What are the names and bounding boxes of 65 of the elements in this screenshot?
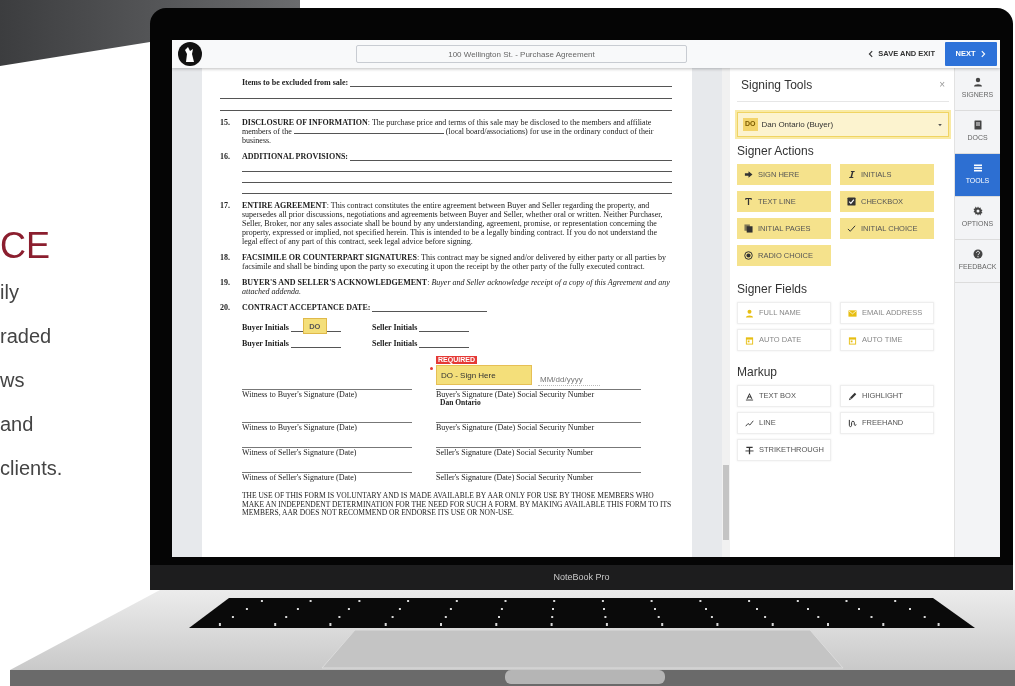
chevron-right-icon <box>978 50 987 58</box>
sign-here-field[interactable]: DO - Sign Here <box>436 365 532 385</box>
scrollbar-thumb[interactable] <box>723 465 729 540</box>
date-field[interactable]: MM/dd/yyyy <box>538 374 600 386</box>
checkbox-icon <box>847 197 856 206</box>
signature-caption: Buyer's Signature (Date) Social Security Number <box>436 423 596 432</box>
signature-caption: Witness to Buyer's Signature (Date) <box>242 423 358 432</box>
signature-caption: Witness of Seller's Signature (Date) <box>242 448 358 457</box>
section-title: Signer Actions <box>737 143 815 160</box>
field-label: Seller Initials <box>372 323 418 332</box>
help-icon <box>972 249 983 260</box>
required-marker <box>430 367 433 370</box>
clause-number: 18. <box>220 253 230 262</box>
italic-i-icon <box>847 170 856 179</box>
person-icon <box>745 308 754 318</box>
envelope-icon <box>848 308 857 318</box>
field-label: Buyer Initials <box>242 339 289 348</box>
heading-text: CE <box>0 224 51 268</box>
signature-caption: Seller's Signature (Date) Social Security Number <box>436 473 595 482</box>
squiggle-icon <box>848 418 857 428</box>
signature-caption: Buyer's Signature (Date) Social Security Number <box>436 390 596 399</box>
checkmark-icon <box>847 224 856 233</box>
document-title-field[interactable]: 100 Wellington St. - Purchase Agreement <box>356 45 687 63</box>
pages-icon <box>744 224 753 233</box>
document-icon <box>972 120 983 131</box>
clause-number: 20. <box>220 303 230 312</box>
laptop-brand-label: NoteBook Pro <box>553 570 610 584</box>
field-label: Buyer Initials <box>242 323 289 332</box>
section-title: Signer Fields <box>737 281 809 298</box>
arrow-icon <box>744 170 753 179</box>
clause-number: 19. <box>220 278 230 287</box>
radio-icon <box>744 251 753 260</box>
text-icon <box>744 197 753 206</box>
clause-text: DISCLOSURE OF INFORMATION: The purchase price and terms of this sale may be disclosed to the members and affiliate members of the (local board/associations) for use in the ordinary conduct of their business. <box>242 118 655 145</box>
chevron-left-icon <box>867 50 876 58</box>
signature-caption: Witness of Seller's Signature (Date) <box>242 473 358 482</box>
body-text: raded <box>0 324 53 349</box>
clause-text: BUYER'S AND SELLER'S ACKNOWLEDGEMENT: Buyer and Seller acknowledge receipt of a copy of this Agreement and any attached addenda. <box>242 278 671 296</box>
field-label: CONTRACT ACCEPTANCE DATE: <box>242 303 371 312</box>
field-label: Seller Initials <box>372 339 418 348</box>
body-text: clients. <box>0 456 64 481</box>
clause-number: 16. <box>220 152 230 161</box>
signature-caption: Witness to Buyer's Signature (Date) <box>242 390 358 399</box>
text-box-icon <box>745 391 754 401</box>
signature-caption: Seller's Signature (Date) Social Security Number <box>436 448 595 457</box>
strikethrough-icon <box>745 445 754 455</box>
caret-icon <box>937 121 943 128</box>
body-text: ws <box>0 368 26 393</box>
field-label: Items to be excluded from sale: <box>242 78 349 87</box>
person-icon <box>972 77 983 88</box>
body-text: and <box>0 412 35 437</box>
zigzag-line-icon <box>745 418 754 428</box>
clause-number: 15. <box>220 118 230 127</box>
panel-title: Signing Tools <box>741 76 813 94</box>
calendar-icon <box>745 335 754 345</box>
field-label: ADDITIONAL PROVISIONS: <box>242 152 349 161</box>
marker-icon <box>848 391 857 401</box>
calendar-icon <box>848 335 857 345</box>
list-icon <box>972 163 983 174</box>
settings-icon <box>972 206 983 217</box>
clause-number: 17. <box>220 201 230 210</box>
body-text: ily <box>0 280 20 305</box>
section-title: Markup <box>737 364 778 381</box>
clause-text: FACSIMILE OR COUNTERPART SIGNATURES: This contract may be signed and/or delivered by either party or all parties by facsimile and shall be binding upon the party so executing it upon the receipt by the other party of the fully executed contract. <box>242 253 668 271</box>
clause-text: ENTIRE AGREEMENT: This contract constitutes the entire agreement between Buyer and Seller regarding the property, and supersedes all prior discussions, negotiations and agreements between Buyer and Seller, whether oral or written. Neither Purchaser, Seller, Broker, nor any sales associate shall be bound by any understanding, agreement, promise, or representation concerning the property, expressed or implied, not specified herein. This is intended to be a legally binding contract. If you do not understand the legal effect of any part of this contract, seek legal advice before signing. <box>242 201 664 246</box>
